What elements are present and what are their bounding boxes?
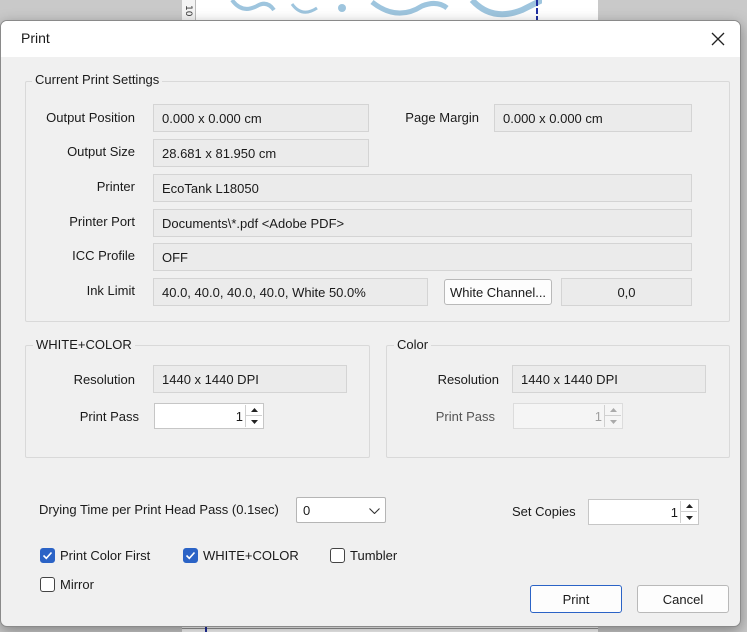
page-margin-field: 0.000 x 0.000 cm (494, 104, 692, 132)
stepper-down-button[interactable] (681, 512, 697, 523)
tumbler-label: Tumbler (350, 548, 398, 563)
caret-down-icon (609, 419, 617, 424)
mirror-option[interactable]: Mirror (39, 576, 109, 594)
output-size-label: Output Size (67, 144, 135, 159)
icc-profile-field: OFF (153, 243, 692, 271)
white-color-resolution-label: Resolution (73, 372, 135, 387)
caret-up-icon (609, 408, 617, 412)
title-bar: Print (1, 21, 740, 57)
stepper-arrows (680, 501, 697, 523)
stepper-up-button[interactable] (605, 405, 621, 416)
drying-time-label: Drying Time per Print Head Pass (0.1sec) (39, 502, 279, 517)
icc-profile-label: ICC Profile (72, 248, 135, 263)
set-copies-stepper[interactable]: 1 (588, 499, 699, 525)
chevron-down-icon (369, 508, 380, 514)
page-boundary-line (536, 0, 538, 22)
white-color-group (25, 345, 370, 458)
stepper-arrows (245, 405, 262, 427)
white-color-option[interactable]: WHITE+COLOR (182, 547, 307, 565)
color-group (386, 345, 730, 458)
current-print-settings-legend: Current Print Settings (32, 72, 163, 87)
printer-field: EcoTank L18050 (153, 174, 692, 202)
ink-limit-field: 40.0, 40.0, 40.0, 40.0, White 50.0% (153, 278, 428, 306)
checkmark-icon (42, 551, 53, 560)
caret-up-icon (250, 408, 258, 412)
background-artwork (222, 0, 542, 22)
caret-up-icon (685, 504, 693, 508)
white-color-print-pass-label: Print Pass (79, 409, 139, 424)
white-color-resolution-field: 1440 x 1440 DPI (153, 365, 347, 393)
caret-down-icon (685, 515, 693, 520)
drying-time-value: 0 (303, 503, 311, 518)
printer-port-label: Printer Port (69, 214, 135, 229)
page-edge (182, 628, 598, 629)
white-color-label: WHITE+COLOR (203, 548, 299, 563)
set-copies-value: 1 (670, 505, 678, 520)
mirror-label: Mirror (60, 577, 94, 592)
color-resolution-field: 1440 x 1440 DPI (512, 365, 706, 393)
tumbler-option[interactable]: Tumbler (329, 547, 409, 565)
drying-time-select[interactable]: 0 (296, 497, 386, 523)
stepper-down-button[interactable] (605, 416, 621, 427)
white-channel-button[interactable]: White Channel... (444, 279, 552, 305)
white-color-print-pass-value: 1 (235, 409, 243, 424)
tumbler-checkbox[interactable] (330, 548, 345, 563)
set-copies-label: Set Copies (512, 504, 576, 519)
color-print-pass-stepper[interactable]: 1 (513, 403, 623, 429)
stepper-down-button[interactable] (246, 416, 262, 427)
color-resolution-label: Resolution (437, 372, 499, 387)
output-position-label: Output Position (46, 110, 135, 125)
close-icon (711, 32, 725, 46)
output-position-field: 0.000 x 0.000 cm (153, 104, 369, 132)
color-print-pass-value: 1 (594, 409, 602, 424)
stepper-arrows (604, 405, 621, 427)
printer-label: Printer (96, 179, 135, 194)
print-color-first-option[interactable]: Print Color First (39, 547, 159, 565)
checkmark-icon (185, 551, 196, 560)
color-print-pass-label: Print Pass (435, 409, 495, 424)
print-dialog: Print Current Print Settings Output Posi… (0, 20, 741, 627)
caret-down-icon (250, 419, 258, 424)
color-legend: Color (394, 337, 432, 352)
stepper-up-button[interactable] (246, 405, 262, 416)
printer-port-field: Documents\*.pdf <Adobe PDF> (153, 209, 692, 237)
dialog-title: Print (21, 30, 50, 46)
ink-limit-label: Ink Limit (86, 283, 135, 298)
print-color-first-checkbox[interactable] (40, 548, 55, 563)
white-color-legend: WHITE+COLOR (33, 337, 135, 352)
page-margin-label: Page Margin (405, 110, 479, 125)
white-channel-field: 0,0 (561, 278, 692, 306)
white-color-print-pass-stepper[interactable]: 1 (154, 403, 264, 429)
stepper-up-button[interactable] (681, 501, 697, 512)
white-channel-value: 0,0 (617, 285, 636, 300)
cancel-button[interactable]: Cancel (637, 585, 729, 613)
white-color-checkbox[interactable] (183, 548, 198, 563)
mirror-checkbox[interactable] (40, 577, 55, 592)
print-color-first-label: Print Color First (60, 548, 151, 563)
print-button[interactable]: Print (530, 585, 622, 613)
output-size-field: 28.681 x 81.950 cm (153, 139, 369, 167)
ruler-label: 10 (182, 0, 196, 22)
close-button[interactable] (696, 21, 740, 57)
